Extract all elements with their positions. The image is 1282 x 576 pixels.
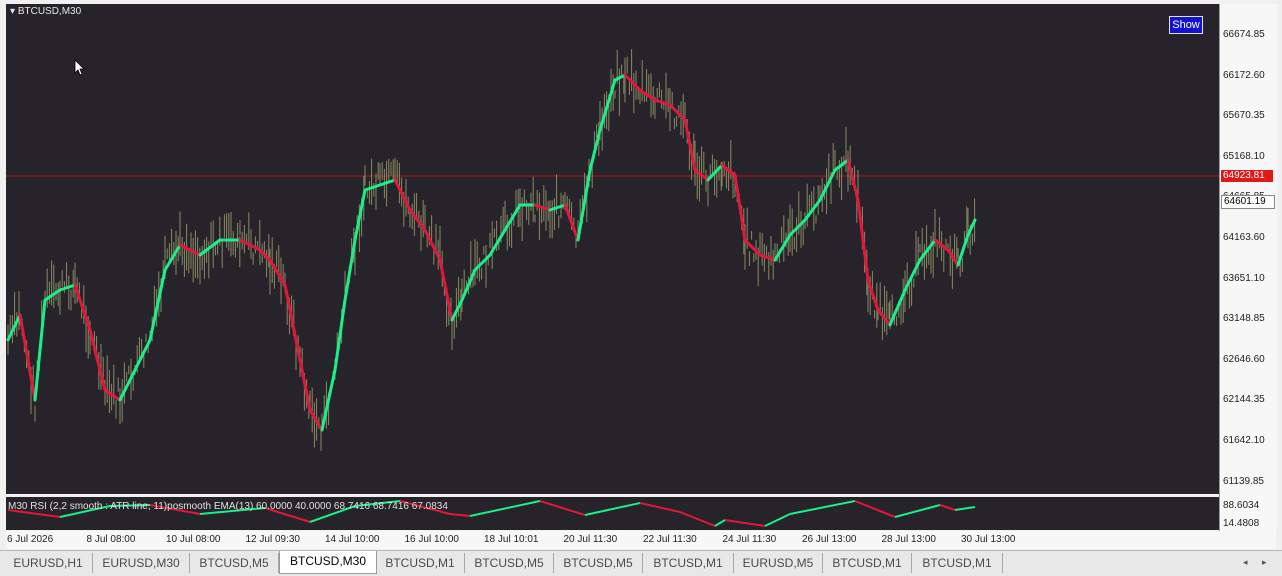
indicator-label: M30 RSI (2,2 smooth : ATR line, 11)posmo…: [8, 501, 448, 512]
time-label: 6 Jul 2026: [7, 534, 54, 545]
tab-scroll-left-icon[interactable]: ◂: [1243, 558, 1248, 568]
time-label: 10 Jul 08:00: [166, 534, 221, 545]
price-level-label: 64163.60: [1223, 232, 1265, 243]
trend-line-down-segment: [438, 258, 454, 322]
trend-line-down-segment: [18, 313, 37, 402]
time-label: 24 Jul 11:30: [722, 534, 777, 545]
time-label: 26 Jul 13:00: [802, 534, 857, 545]
last-price-tag: 64601.19: [1221, 195, 1275, 209]
chart-tab[interactable]: BTCUSD,M30: [279, 551, 377, 574]
indicator-segment: [954, 506, 976, 511]
time-label: 12 Jul 09:30: [245, 534, 301, 545]
indicator-segment: [714, 519, 726, 527]
price-level-label: 63148.85: [1223, 313, 1265, 325]
price-level-label: 63651.10: [1223, 272, 1265, 284]
indicator-segment: [854, 500, 896, 518]
chart-tab[interactable]: BTCUSD,M5: [465, 553, 554, 573]
chart-tab[interactable]: BTCUSD,M1: [643, 553, 734, 573]
trend-line-down-segment: [623, 73, 642, 92]
time-label: 28 Jul 13:00: [881, 534, 937, 545]
indicator-segment: [539, 500, 586, 516]
indicator-segment: [764, 513, 791, 527]
trend-line-down-segment: [733, 173, 747, 242]
indicator-segment: [639, 502, 681, 513]
trend-line-down-segment: [876, 308, 892, 327]
trend-line-up-segment: [343, 238, 357, 302]
price-level-label: 65670.35: [1223, 110, 1265, 122]
chart-tab[interactable]: BTCUSD,M5: [554, 553, 643, 573]
chart-plot: [6, 49, 1219, 527]
price-level-label: 62646.60: [1223, 353, 1265, 365]
price-level-label: 66674.85: [1223, 29, 1265, 40]
indicator-segment: [469, 500, 541, 517]
chart-tab[interactable]: EURUSD,M30: [93, 553, 190, 573]
indicator-segment: [789, 500, 856, 515]
trend-line-down-segment: [238, 238, 262, 252]
chart-window: ▾ BTCUSD,M30 Show M30 RSI (2,2 smooth : …: [0, 0, 1282, 576]
trend-line-down-segment: [73, 283, 92, 332]
indicator-segment: [724, 519, 766, 527]
trend-line-down-segment: [846, 158, 860, 202]
chart-tab[interactable]: BTCUSD,M1: [376, 553, 465, 573]
chart-tab[interactable]: EURUSD,M5: [734, 553, 823, 573]
indicator-segment: [939, 504, 956, 511]
time-label: 20 Jul 11:30: [563, 534, 618, 545]
time-label: 22 Jul 11:30: [643, 534, 697, 545]
price-level-label: 61642.10: [1223, 435, 1265, 446]
price-level-label: 61139.85: [1223, 475, 1264, 487]
trend-line-down-segment: [856, 198, 870, 282]
trend-line-up-segment: [33, 298, 47, 402]
trend-line-up-segment: [966, 218, 977, 237]
chart-tab[interactable]: BTCUSD,M1: [912, 553, 1003, 573]
time-label: 14 Jul 10:00: [325, 534, 380, 545]
indicator-segment: [894, 504, 941, 518]
symbol-label[interactable]: ▾ BTCUSD,M30: [10, 6, 81, 17]
time-label: 16 Jul 10:00: [404, 534, 460, 545]
time-label: 30 Jul 13:00: [961, 534, 1016, 545]
price-level-label: 66172.60: [1223, 69, 1265, 81]
trend-line-up-segment: [333, 298, 347, 372]
chart-tabs: EURUSD,H1 EURUSD,M30 BTCUSD,M5 BTCUSD,M30 BT…: [0, 550, 1282, 576]
bid-price-tag: 64923.81: [1221, 170, 1273, 182]
trend-line-up-segment: [198, 238, 222, 257]
indicator-segment: [679, 511, 716, 527]
trend-line-down-segment: [178, 243, 202, 257]
indicator-level-high: 88.6034: [1223, 500, 1260, 511]
trend-line-down-segment: [298, 358, 312, 412]
chart-tab[interactable]: EURUSD,H1: [4, 553, 93, 573]
chart-tab[interactable]: BTCUSD,M1: [823, 553, 912, 573]
tab-scroll-right-icon[interactable]: ▸: [1262, 558, 1267, 568]
time-label: 8 Jul 08:00: [86, 534, 136, 545]
indicator-segment: [584, 502, 641, 516]
price-level-label: 62144.35: [1223, 394, 1265, 406]
indicator-segment: [449, 513, 471, 517]
trend-line-up-segment: [378, 178, 397, 187]
trend-line-down-segment: [393, 178, 412, 212]
show-button[interactable]: Show: [1169, 16, 1203, 34]
symbol-text: BTCUSD,M30: [17, 6, 82, 17]
chart-tab[interactable]: BTCUSD,M5: [190, 553, 279, 573]
dropdown-triangle-icon[interactable]: ▾: [10, 6, 15, 17]
trend-line-up-segment: [956, 233, 970, 267]
trend-line-up-segment: [148, 268, 167, 342]
time-label: 18 Jul 10:01: [484, 534, 539, 545]
price-level-label: 65168.10: [1223, 150, 1265, 162]
indicator-level-low: 14.4808: [1223, 518, 1260, 529]
